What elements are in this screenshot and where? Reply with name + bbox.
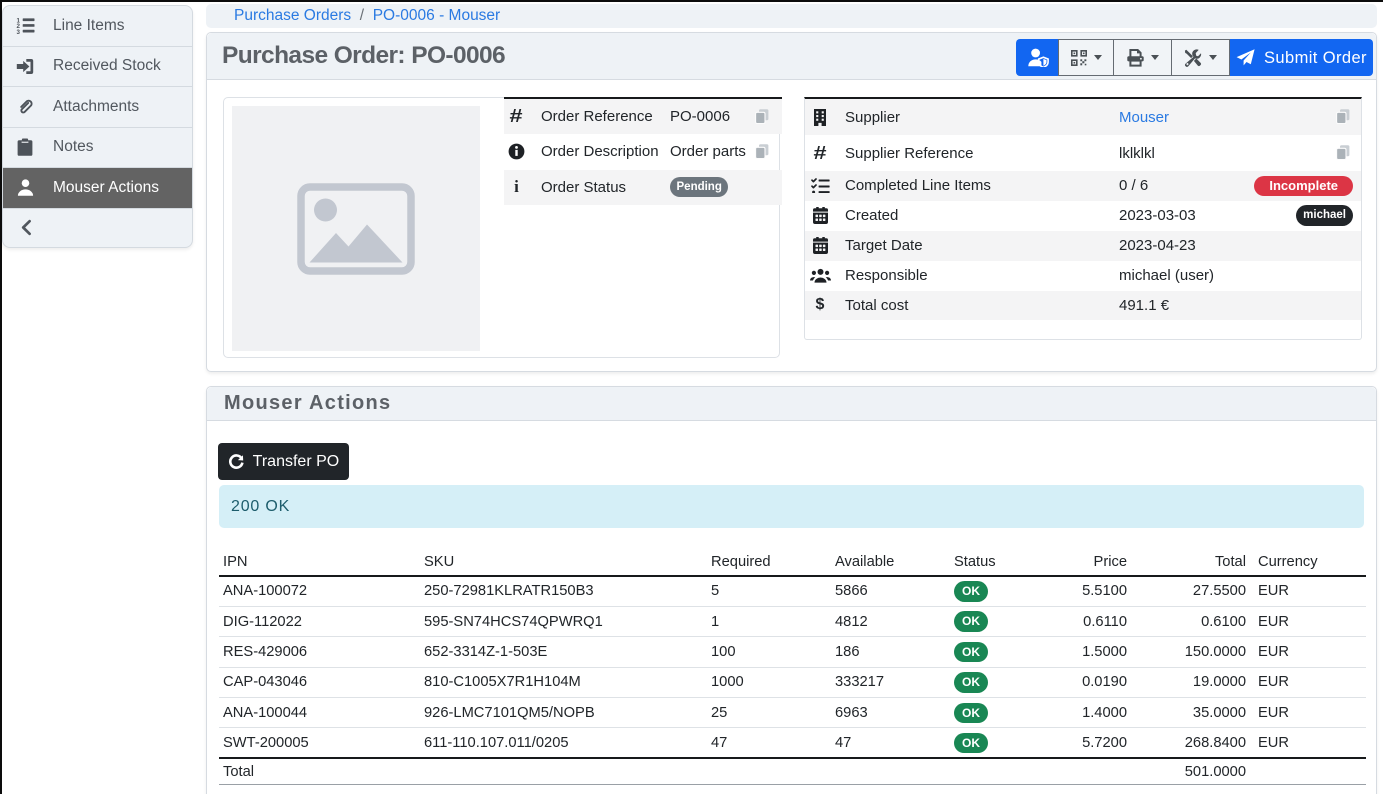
svg-text:3: 3 [16,29,20,35]
